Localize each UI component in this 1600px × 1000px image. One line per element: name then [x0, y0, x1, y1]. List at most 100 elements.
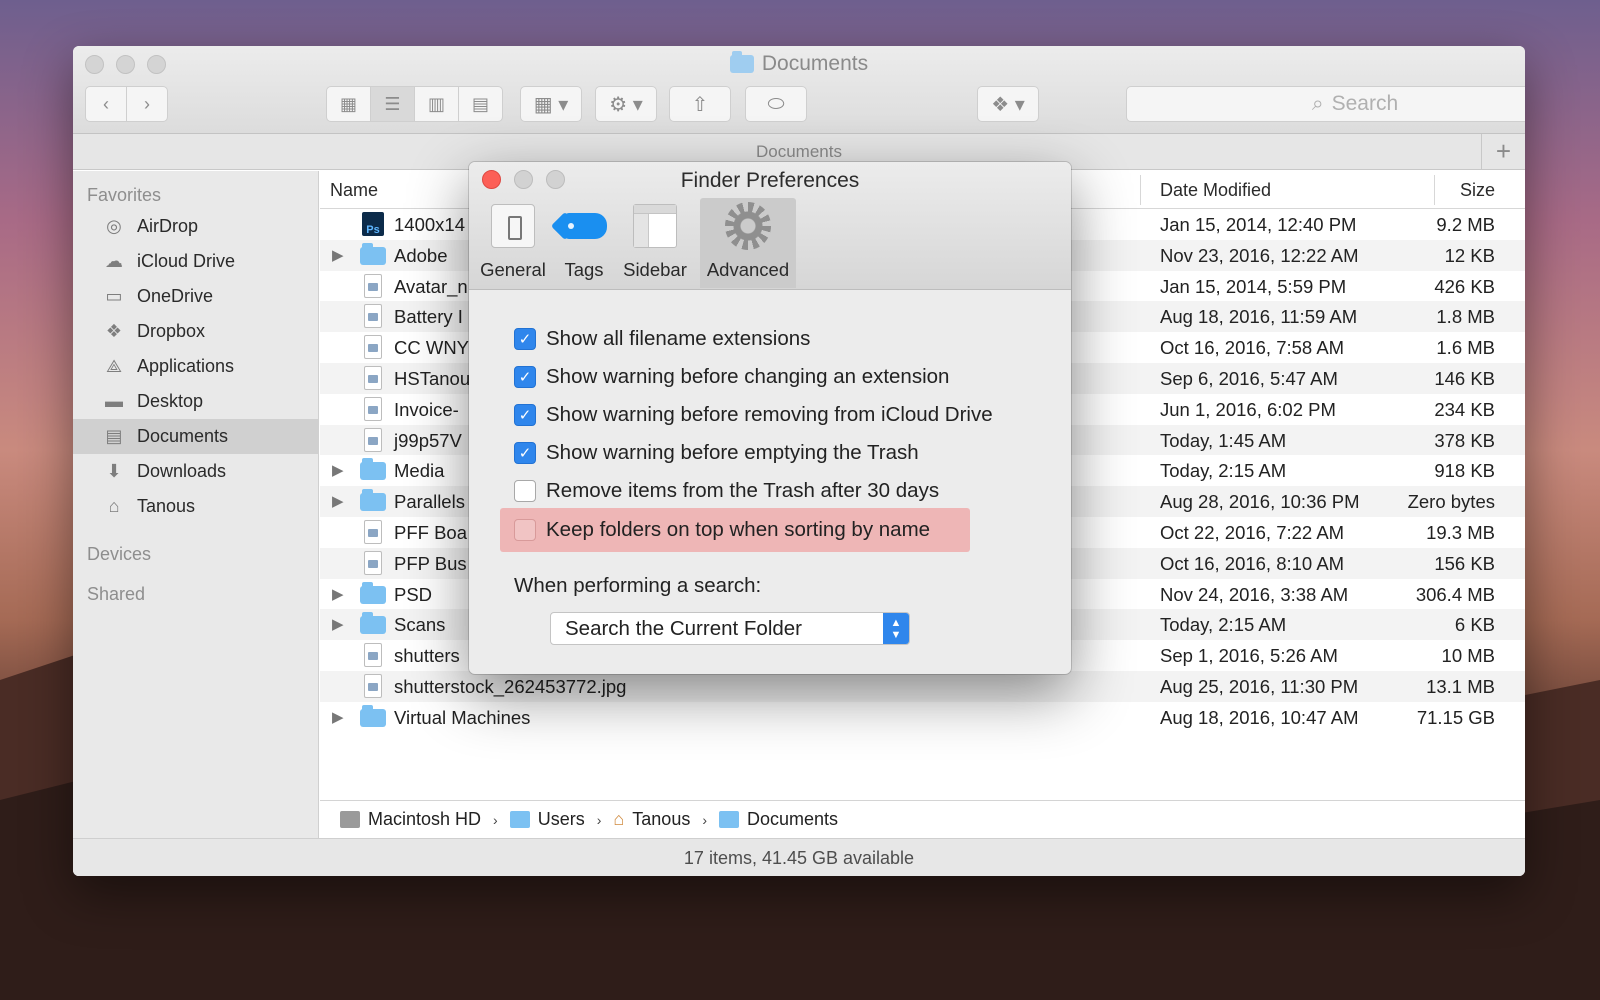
search-input[interactable]: ⌕ Search [1126, 86, 1525, 122]
folder-icon [360, 581, 386, 604]
option-keep-folders-on-top[interactable]: Keep folders on top when sorting by name [500, 508, 970, 552]
path-item-documents[interactable]: Documents [747, 809, 838, 830]
checkbox-unchecked[interactable] [514, 480, 536, 502]
option-warn-remove-icloud[interactable]: ✓ Show warning before removing from iClo… [514, 396, 1071, 434]
sidebar-item-desktop[interactable]: ▬ Desktop [73, 384, 318, 419]
file-date: Oct 16, 2016, 7:58 AM [1160, 337, 1345, 359]
checkbox-checked[interactable]: ✓ [514, 442, 536, 464]
sidebar-item-airdrop[interactable]: ◎ AirDrop [73, 209, 318, 244]
column-size[interactable]: Size [1460, 180, 1495, 201]
folder-icon [360, 704, 386, 727]
file-size: 12 KB [1444, 244, 1495, 266]
sidebar-item-icloud-drive[interactable]: ☁ iCloud Drive [73, 244, 318, 279]
forward-button[interactable]: › [126, 86, 168, 122]
arrange-icon: ▦ ▾ [533, 93, 569, 116]
finder-preferences-window: Finder Preferences General Tags Sidebar … [469, 162, 1071, 674]
table-row[interactable]: ▶ Virtual Machines Aug 18, 2016, 10:47 AM 7… [320, 702, 1525, 733]
edit-tags-button[interactable]: ⬭ [745, 86, 807, 122]
folder-icon [360, 242, 386, 265]
action-button[interactable]: ⚙ ▾ [595, 86, 657, 122]
file-size: 918 KB [1434, 460, 1495, 482]
new-tab-button[interactable]: + [1481, 134, 1525, 170]
disclosure-triangle-icon[interactable]: ▶ [332, 492, 344, 510]
sidebar-item-label: Dropbox [137, 321, 206, 341]
file-name: PFF Boa [394, 521, 467, 543]
column-view-button[interactable]: ▥ [414, 86, 459, 122]
dropbox-button[interactable]: ❖ ▾ [977, 86, 1039, 122]
sidebar-item-downloads[interactable]: ⬇ Downloads [73, 454, 318, 489]
document-icon [364, 519, 382, 544]
file-size: 1.8 MB [1436, 306, 1495, 328]
path-item-users[interactable]: Users [538, 809, 585, 830]
list-view-button[interactable]: ☰ [370, 86, 415, 122]
option-warn-empty-trash[interactable]: ✓ Show warning before emptying the Trash [514, 434, 1071, 472]
share-button[interactable]: ⇧ [669, 86, 731, 122]
sidebar-item-onedrive[interactable]: ▭ OneDrive [73, 279, 318, 314]
tab-advanced[interactable]: Advanced [700, 198, 796, 288]
disclosure-triangle-icon[interactable]: ▶ [332, 615, 344, 633]
file-size: 306.4 MB [1415, 583, 1495, 605]
file-date: Aug 18, 2016, 11:59 AM [1160, 306, 1358, 328]
tab-sidebar[interactable]: Sidebar [619, 198, 691, 288]
file-name: Media [394, 460, 445, 482]
downloads-icon: ⬇ [106, 461, 122, 481]
disclosure-triangle-icon[interactable]: ▶ [332, 461, 344, 479]
file-size: 234 KB [1434, 398, 1495, 420]
path-item-macintosh-hd[interactable]: Macintosh HD [368, 809, 481, 830]
file-date: Today, 1:45 AM [1160, 429, 1287, 451]
file-date: Jan 15, 2014, 5:59 PM [1160, 275, 1347, 297]
tab-general[interactable]: General [477, 198, 549, 288]
search-icon: ⌕ [1311, 92, 1324, 115]
option-remove-trash-30-days[interactable]: Remove items from the Trash after 30 day… [514, 472, 1071, 510]
checkbox-checked[interactable]: ✓ [514, 404, 536, 426]
back-button[interactable]: ‹ [85, 86, 127, 122]
sidebar-item-label: OneDrive [137, 286, 214, 306]
file-name: 1400x14 [394, 214, 465, 235]
sidebar-item-documents[interactable]: ▤ Documents [73, 419, 318, 454]
search-scope-label: When performing a search: [514, 574, 762, 597]
option-warn-change-extension[interactable]: ✓ Show warning before changing an extens… [514, 358, 1071, 396]
search-scope-value: Search the Current Folder [565, 616, 803, 640]
folder-icon [509, 811, 530, 828]
option-label: Remove items from the Trash after 30 day… [546, 479, 940, 502]
sidebar-item-applications[interactable]: ⟁ Applications [73, 349, 318, 384]
folder-icon [360, 489, 386, 512]
document-icon [364, 673, 382, 698]
path-item-tanous[interactable]: Tanous [632, 809, 690, 830]
option-label: Show all filename extensions [546, 327, 811, 350]
cloud-icon: ☁ [105, 251, 123, 271]
tab-tags[interactable]: Tags [551, 198, 617, 288]
table-row[interactable]: shutterstock_262453772.jpg Aug 25, 2016, … [320, 670, 1525, 702]
sidebar-item-dropbox[interactable]: ❖ Dropbox [73, 314, 318, 349]
cover-flow-button[interactable]: ▤ [458, 86, 503, 122]
search-scope-select[interactable]: Search the Current Folder ▲ ▼ [550, 612, 910, 645]
disclosure-triangle-icon[interactable]: ▶ [332, 708, 344, 726]
file-date: Aug 18, 2016, 10:47 AM [1160, 706, 1359, 728]
checkbox-unchecked[interactable] [514, 519, 536, 541]
document-icon [364, 427, 382, 452]
file-size: 1.6 MB [1436, 337, 1495, 359]
checkbox-checked[interactable]: ✓ [514, 366, 536, 388]
file-date: Nov 24, 2016, 3:38 AM [1160, 583, 1349, 605]
file-name: Battery I [394, 306, 463, 328]
disclosure-triangle-icon[interactable]: ▶ [332, 585, 344, 603]
sidebar-item-label: iCloud Drive [137, 251, 236, 271]
sidebar-item-tanous[interactable]: ⌂ Tanous [73, 489, 318, 524]
document-icon [364, 273, 382, 298]
option-show-extensions[interactable]: ✓ Show all filename extensions [514, 320, 1071, 358]
file-name: PSD [394, 583, 433, 605]
checkbox-checked[interactable]: ✓ [514, 328, 536, 350]
path-bar: Macintosh HD › Users › ⌂ Tanous › Docume… [320, 800, 1525, 838]
tab-title[interactable]: Documents [756, 142, 842, 161]
plus-icon: + [1495, 136, 1512, 166]
icon-view-button[interactable]: ▦ [326, 86, 371, 122]
column-name[interactable]: Name [330, 180, 378, 201]
sidebar-icon [633, 204, 677, 248]
file-name: Avatar_n [394, 275, 468, 297]
chevron-right-icon: › [596, 811, 602, 828]
column-date-modified[interactable]: Date Modified [1160, 180, 1271, 201]
disclosure-triangle-icon[interactable]: ▶ [332, 246, 344, 264]
arrange-button[interactable]: ▦ ▾ [520, 86, 582, 122]
view-mode-group: ▦ ☰ ▥ ▤ [326, 86, 503, 122]
document-icon [364, 643, 382, 668]
